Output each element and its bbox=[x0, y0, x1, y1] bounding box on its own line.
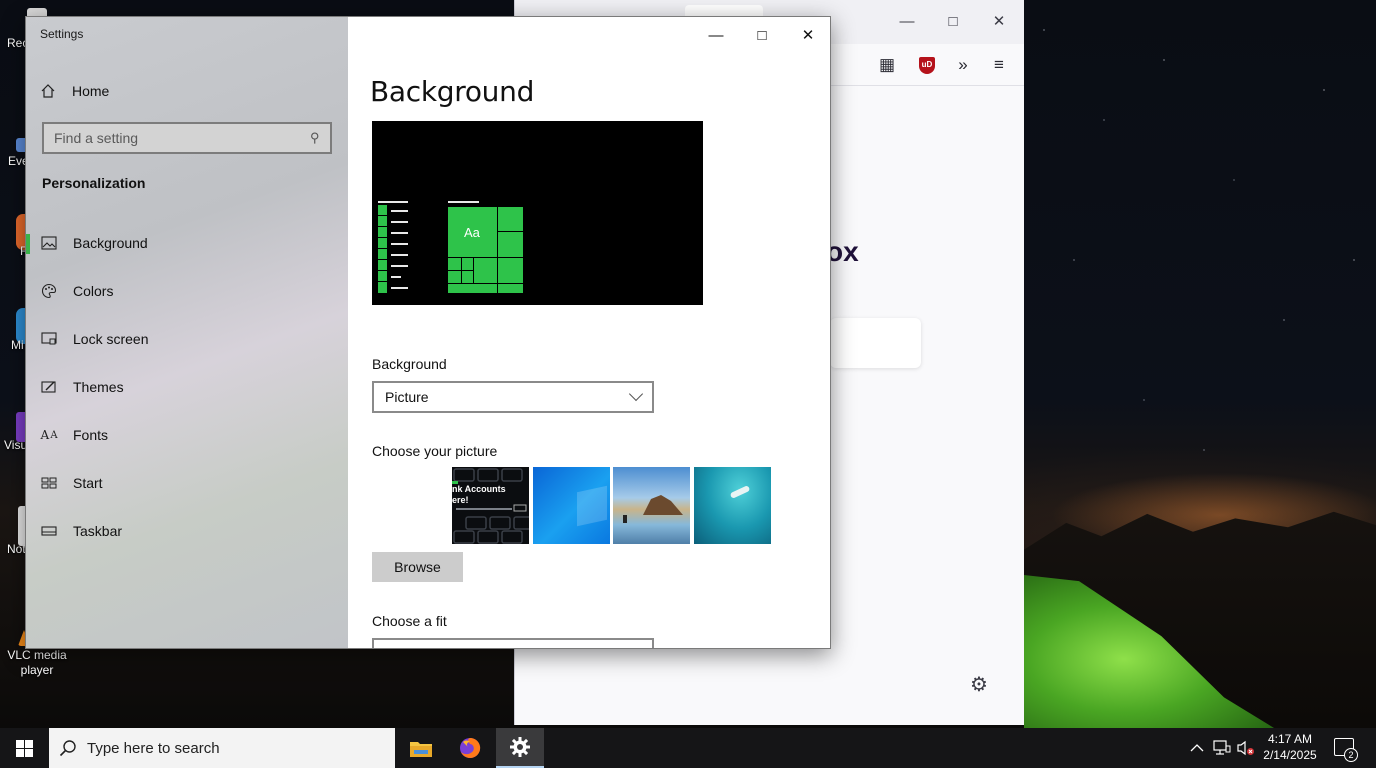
sidebar-item-label: Themes bbox=[73, 379, 124, 395]
network-icon[interactable] bbox=[1213, 728, 1231, 768]
underwater-swimmer-thumbnail[interactable] bbox=[694, 467, 771, 544]
start-button[interactable] bbox=[0, 728, 48, 768]
sidebar-item-taskbar[interactable]: Taskbar bbox=[26, 507, 348, 555]
sidebar-item-fonts[interactable]: A A Fonts bbox=[26, 411, 348, 459]
sidebar-item-colors[interactable]: Colors bbox=[26, 267, 348, 315]
volume-muted-icon[interactable] bbox=[1237, 728, 1255, 768]
nav-home[interactable]: Home bbox=[40, 79, 109, 103]
ublock-icon[interactable]: uD bbox=[919, 57, 935, 74]
settings-content: — □ ✕ Background Aa Background Picture C… bbox=[348, 17, 830, 648]
taskbar-search-input[interactable]: Type here to search bbox=[49, 728, 395, 768]
page-title: Background bbox=[370, 75, 535, 108]
firefox-close-button[interactable]: ✕ bbox=[977, 10, 1021, 34]
section-title: Personalization bbox=[42, 175, 146, 191]
sidebar-item-label: Background bbox=[73, 235, 148, 251]
fonts-icon: A A bbox=[40, 428, 58, 442]
home-icon bbox=[40, 83, 56, 99]
firefox-icon[interactable] bbox=[446, 728, 494, 768]
choose-fit-select[interactable] bbox=[372, 638, 654, 648]
find-setting-input[interactable]: Find a setting ⚲ bbox=[42, 122, 332, 154]
nav-home-label: Home bbox=[72, 83, 110, 99]
start-icon bbox=[41, 475, 57, 491]
sidebar-item-lock-screen[interactable]: Lock screen bbox=[26, 315, 348, 363]
background-type-value: Picture bbox=[385, 389, 429, 405]
taskbar: Type here to search 4:17 AM 2/14/2025 2 bbox=[0, 728, 1376, 768]
overflow-chevron-icon[interactable]: » bbox=[951, 53, 975, 77]
taskbar-clock[interactable]: 4:17 AM 2/14/2025 bbox=[1254, 731, 1326, 763]
settings-sidebar: Settings Home Find a setting ⚲ Personali… bbox=[26, 17, 348, 648]
preview-tile-text: Aa bbox=[464, 225, 480, 240]
sidebar-item-themes[interactable]: Themes bbox=[26, 363, 348, 411]
sidebar-item-label: Taskbar bbox=[73, 523, 123, 539]
search-icon: ⚲ bbox=[310, 130, 320, 145]
background-type-select[interactable]: Picture bbox=[372, 381, 654, 413]
browse-button[interactable]: Browse bbox=[372, 552, 463, 582]
firefox-maximize-button[interactable]: □ bbox=[931, 10, 975, 34]
firefox-settings-gear-icon[interactable]: ⚙ bbox=[970, 672, 988, 697]
lock-screen-icon bbox=[41, 331, 57, 347]
notification-count-badge: 2 bbox=[1344, 748, 1358, 762]
preview-tile-grid bbox=[448, 207, 523, 293]
settings-icon[interactable] bbox=[496, 728, 544, 768]
clock-time: 4:17 AM bbox=[1267, 732, 1313, 746]
search-icon bbox=[59, 740, 76, 757]
show-hidden-icons-button[interactable] bbox=[1190, 728, 1204, 768]
firefox-minimize-button[interactable]: — bbox=[885, 10, 929, 34]
beach-rocks-thumbnail[interactable] bbox=[613, 467, 690, 544]
menu-icon[interactable]: ≡ bbox=[987, 53, 1011, 77]
firefox-search-card[interactable] bbox=[830, 318, 921, 368]
background-label: Background bbox=[372, 356, 447, 372]
sidebar-item-label: Lock screen bbox=[73, 331, 149, 347]
find-setting-placeholder: Find a setting bbox=[54, 130, 139, 146]
clock-date: 2/14/2025 bbox=[1263, 748, 1317, 762]
wallpaper-stars bbox=[1024, 0, 1376, 500]
chevron-up-icon bbox=[1190, 744, 1204, 752]
preview-tile-column bbox=[378, 205, 387, 293]
windows-blue-thumbnail[interactable] bbox=[533, 467, 610, 544]
file-explorer-icon[interactable] bbox=[397, 728, 445, 768]
themes-icon bbox=[41, 379, 57, 395]
background-preview: Aa bbox=[372, 121, 703, 305]
sidebar-item-background[interactable]: Background bbox=[26, 219, 348, 267]
settings-window: Settings Home Find a setting ⚲ Personali… bbox=[25, 16, 831, 649]
sidebar-item-label: Fonts bbox=[73, 427, 109, 443]
personalization-nav: Background Colors Lock screen Themes A A… bbox=[26, 219, 348, 555]
maximize-button[interactable]: □ bbox=[739, 21, 785, 51]
choose-picture-label: Choose your picture bbox=[372, 443, 498, 459]
taskbar-search-placeholder: Type here to search bbox=[87, 739, 220, 757]
chevron-down-icon bbox=[628, 386, 644, 402]
palette-icon bbox=[41, 283, 57, 299]
picture-icon bbox=[41, 235, 57, 251]
close-button[interactable]: ✕ bbox=[785, 21, 830, 51]
extensions-icon[interactable]: ▦ bbox=[875, 53, 899, 77]
sidebar-item-label: Start bbox=[73, 475, 103, 491]
taskbar-icon bbox=[41, 523, 57, 539]
sidebar-item-label: Colors bbox=[73, 283, 114, 299]
windows-logo-icon bbox=[15, 739, 33, 757]
minimize-button[interactable]: — bbox=[693, 21, 739, 51]
choose-fit-label: Choose a fit bbox=[372, 613, 447, 629]
sidebar-item-start[interactable]: Start bbox=[26, 459, 348, 507]
account-banner-thumbnail[interactable]: nk Accounts ere! bbox=[452, 467, 529, 544]
window-title: Settings bbox=[40, 27, 84, 41]
